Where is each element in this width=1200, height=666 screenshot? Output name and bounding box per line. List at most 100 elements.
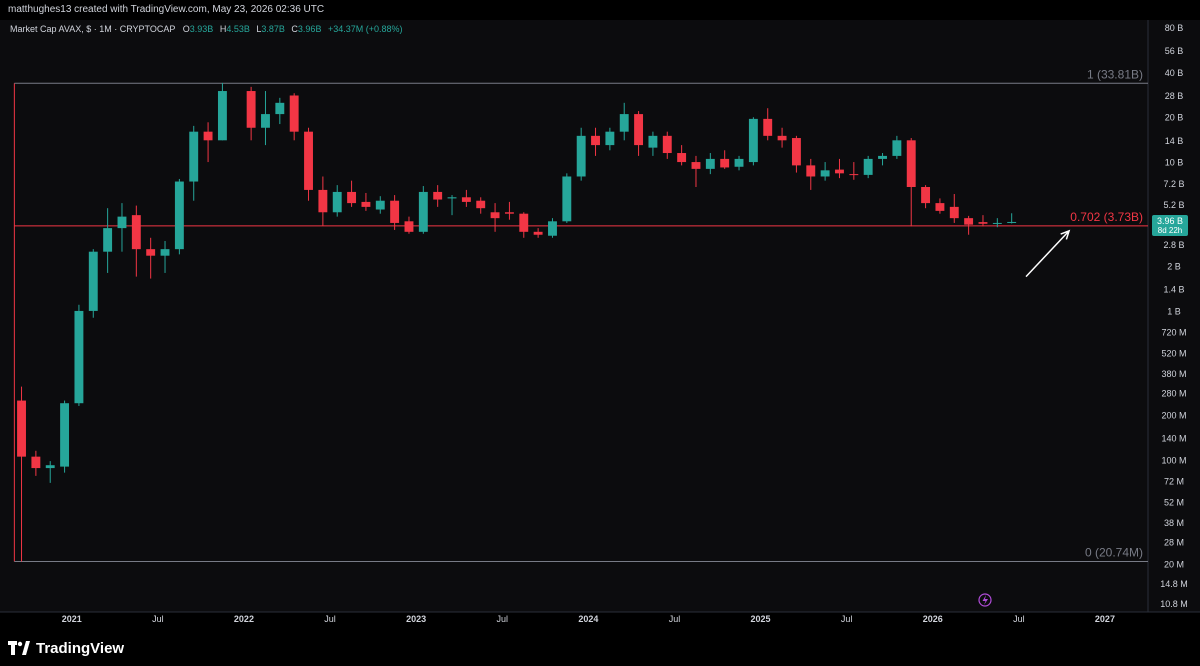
candle-body: [734, 158, 744, 167]
time-tick-label: Jul: [1013, 614, 1025, 624]
candle-body: [906, 140, 916, 187]
candle: [131, 205, 141, 277]
last-price-value: 3.96 B: [1157, 216, 1183, 226]
price-tick-label: 28 B: [1165, 91, 1184, 101]
candle: [390, 195, 400, 230]
time-axis[interactable]: 2021 Jul 2022 Jul 2023 Jul 2024 Jul 2025 Jul 2026 J…: [62, 614, 1115, 624]
price-tick-label: 7.2 B: [1163, 179, 1184, 189]
candle: [45, 461, 55, 483]
candle: [777, 127, 787, 148]
candle-body: [347, 191, 357, 204]
candle: [174, 178, 184, 255]
price-tick-label: 140 M: [1161, 434, 1186, 444]
candle-body: [103, 228, 113, 252]
candle-body: [964, 218, 974, 225]
price-tick-label: 1.4 B: [1163, 285, 1184, 295]
candle-body: [490, 212, 500, 219]
candle: [490, 203, 500, 232]
brand-name: TradingView: [36, 639, 125, 657]
price-tick-label: 14.8 M: [1160, 579, 1188, 589]
candle: [246, 86, 256, 141]
price-tick-label: 1 B: [1167, 306, 1181, 316]
candle: [74, 304, 84, 406]
fib-level-label: 0.702 (3.73B): [1070, 210, 1143, 224]
candle-body: [476, 200, 486, 209]
candle: [576, 127, 586, 181]
candle: [605, 127, 615, 151]
price-tick-label: 28 M: [1164, 538, 1184, 548]
candle-body: [763, 118, 773, 136]
candle: [361, 192, 371, 211]
grid-layer: [0, 20, 1200, 613]
candle-body: [361, 201, 371, 207]
candle: [878, 153, 887, 166]
candle: [289, 93, 299, 141]
price-tick-label: 80 B: [1165, 23, 1184, 33]
price-tick-label: 72 M: [1164, 477, 1184, 487]
candle-body: [619, 114, 629, 132]
candle: [964, 215, 974, 235]
candle: [791, 135, 801, 173]
candle: [562, 173, 572, 223]
candle: [1007, 213, 1017, 224]
symbol-legend: Market Cap AVAX, $ · 1M · CRYPTOCAP O3.9…: [10, 24, 407, 34]
candle: [418, 186, 428, 234]
candle-body: [404, 221, 414, 232]
candle-body: [117, 216, 127, 229]
candle-series: [17, 82, 1017, 562]
price-axis[interactable]: 80 B 56 B 40 B 28 B 20 B 14 B 10 B 7.2 B 5.2 B 3.…: [1152, 23, 1188, 609]
candle: [591, 127, 600, 156]
candle-body: [892, 140, 902, 156]
candle: [404, 216, 414, 234]
candle: [863, 155, 873, 179]
time-tick-label: Jul: [152, 614, 164, 624]
symbol-title: Market Cap AVAX, $ · 1M · CRYPTOCAP: [10, 24, 176, 34]
price-tick-label: 38 M: [1164, 518, 1184, 528]
candle-body: [648, 135, 658, 148]
candle: [705, 153, 715, 175]
price-tick-label: 5.2 B: [1163, 200, 1184, 210]
arrow-shaft: [1025, 230, 1070, 278]
candle-body: [820, 170, 830, 177]
candle-body: [418, 191, 428, 232]
candle: [906, 138, 916, 227]
candle-body: [375, 200, 385, 210]
candle: [548, 218, 557, 238]
candle-body: [935, 203, 945, 211]
candle-body: [576, 135, 586, 177]
candle-body: [246, 91, 256, 128]
close-value: 3.96B: [297, 24, 322, 34]
candle: [533, 228, 543, 238]
open-value: 3.93B: [189, 24, 214, 34]
candle: [504, 201, 514, 220]
tradingview-logo-icon: [8, 641, 30, 655]
candle: [763, 108, 773, 141]
candle-body: [332, 191, 342, 213]
price-tick-label: 14 B: [1165, 136, 1184, 146]
candle-body: [275, 102, 285, 115]
candlestick-chart[interactable]: 1 (33.81B) 0.702 (3.73B) 0 (20.74M) 80 B 56…: [0, 0, 1200, 630]
candle-body: [131, 215, 141, 250]
candle: [806, 158, 816, 190]
candle-body: [777, 135, 787, 141]
candle-body: [949, 206, 959, 219]
candle: [203, 122, 213, 163]
candle-body: [605, 131, 615, 146]
candle-body: [533, 231, 543, 235]
candle-body: [791, 138, 801, 166]
footer-bar: TradingView: [0, 630, 1200, 666]
candle-body: [217, 91, 227, 141]
candle: [447, 195, 457, 216]
candle-body: [548, 221, 557, 236]
candle-body: [433, 191, 443, 200]
candle-body: [45, 465, 55, 469]
candle-body: [461, 197, 471, 202]
candle-body: [992, 222, 1002, 224]
candle-body: [289, 95, 299, 132]
time-tick-label: 2022: [234, 614, 254, 624]
close-label: C: [291, 24, 298, 34]
candle-body: [17, 400, 26, 457]
candle: [662, 131, 672, 159]
time-tick-label: 2023: [406, 614, 426, 624]
candle: [720, 150, 730, 169]
